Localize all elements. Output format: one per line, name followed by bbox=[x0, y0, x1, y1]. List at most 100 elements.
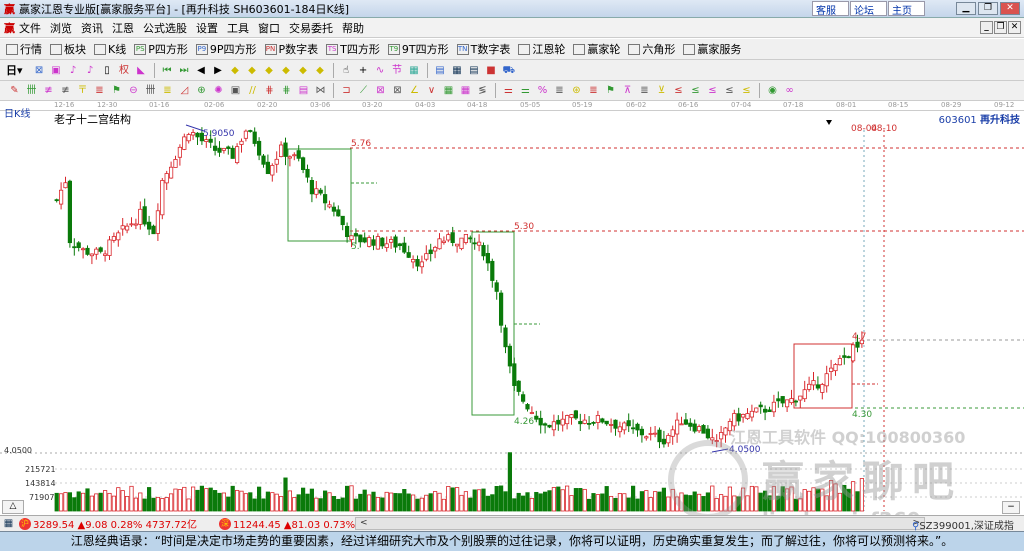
analysis-tool-0-icon[interactable]: ✎ bbox=[9, 85, 20, 96]
scroll-left-button[interactable]: < bbox=[360, 518, 368, 528]
analysis-tool-44-icon[interactable]: ≤ bbox=[741, 85, 752, 96]
kline-chart[interactable]: 5.90504.05005.765.305.4.264.304.708-0408… bbox=[0, 111, 1024, 515]
toolbar-hexagon[interactable]: 六角形 bbox=[628, 41, 675, 57]
analysis-tool-13-icon[interactable]: ▣ bbox=[230, 85, 241, 96]
analysis-tool-38-icon[interactable]: ≣ bbox=[639, 85, 650, 96]
analysis-tool-3-icon[interactable]: ≢ bbox=[60, 85, 71, 96]
menu-help[interactable]: 帮助 bbox=[342, 20, 364, 36]
close-button[interactable]: ✕ bbox=[1000, 2, 1020, 15]
analysis-tool-24-icon[interactable]: ∠ bbox=[409, 85, 420, 96]
up-icon[interactable]: ◆ bbox=[298, 65, 309, 76]
analysis-tool-21-icon[interactable]: ⟋ bbox=[358, 85, 369, 96]
toolbar-gann-wheel[interactable]: 江恩轮 bbox=[518, 41, 565, 57]
chart-type-icon[interactable]: ⊠ bbox=[34, 65, 45, 76]
mdi-restore-button[interactable]: ❐ bbox=[994, 21, 1007, 34]
analysis-tool-14-icon[interactable]: // bbox=[247, 85, 258, 96]
analysis-tool-2-icon[interactable]: ≢ bbox=[43, 85, 54, 96]
calendar2-icon[interactable]: ▤ bbox=[435, 65, 446, 76]
prev-icon[interactable]: ◀ bbox=[196, 65, 207, 76]
analysis-tool-37-icon[interactable]: ⊼ bbox=[622, 85, 633, 96]
analysis-tool-25-icon[interactable]: ∨ bbox=[426, 85, 437, 96]
save-icon[interactable]: ■ bbox=[486, 65, 497, 76]
shrink-icon[interactable]: ◆ bbox=[281, 65, 292, 76]
toolbar-9p-square[interactable]: P9 9P四方形 bbox=[195, 41, 257, 57]
menu-news[interactable]: 资讯 bbox=[81, 20, 103, 36]
minimize-button[interactable]: ▁ bbox=[956, 2, 976, 15]
analysis-tool-42-icon[interactable]: ≤ bbox=[707, 85, 718, 96]
collapse-button[interactable]: △ bbox=[2, 500, 24, 514]
analysis-tool-27-icon[interactable]: ▦ bbox=[460, 85, 471, 96]
analysis-tool-47-icon[interactable]: ∞ bbox=[784, 85, 795, 96]
indicator2-icon[interactable]: ♪ bbox=[85, 65, 96, 76]
analysis-tool-18-icon[interactable]: ⋈ bbox=[315, 85, 326, 96]
analysis-tool-36-icon[interactable]: ⚑ bbox=[605, 85, 616, 96]
menu-tools[interactable]: 工具 bbox=[227, 20, 249, 36]
crosshair-icon[interactable]: + bbox=[358, 65, 369, 76]
analysis-tool-35-icon[interactable]: ≣ bbox=[588, 85, 599, 96]
analysis-tool-28-icon[interactable]: ≶ bbox=[477, 85, 488, 96]
expand-icon[interactable]: ◆ bbox=[264, 65, 275, 76]
toolbar-winner-wheel[interactable]: 赢家轮 bbox=[573, 41, 620, 57]
menu-formula[interactable]: 公式选股 bbox=[143, 20, 187, 36]
toolbar-t-square[interactable]: TS T四方形 bbox=[326, 41, 380, 57]
zoom-out-icon[interactable]: ◆ bbox=[247, 65, 258, 76]
truck-icon[interactable]: ⛟ bbox=[503, 65, 516, 76]
zoom-out-button[interactable]: − bbox=[1002, 501, 1020, 514]
toolbar-quote-table[interactable]: 行情 bbox=[6, 41, 42, 57]
next-icon[interactable]: ▶ bbox=[213, 65, 224, 76]
first-icon[interactable]: ⏮ bbox=[162, 65, 173, 76]
analysis-tool-20-icon[interactable]: ⊐ bbox=[341, 85, 352, 96]
home-link[interactable]: 主页 bbox=[888, 1, 925, 17]
analysis-tool-23-icon[interactable]: ⊠ bbox=[392, 85, 403, 96]
analysis-tool-34-icon[interactable]: ⊛ bbox=[571, 85, 582, 96]
analysis-tool-26-icon[interactable]: ▦ bbox=[443, 85, 454, 96]
period-select[interactable]: 日 ▾ bbox=[6, 62, 23, 78]
toolbar-t-number[interactable]: TN T数字表 bbox=[456, 41, 510, 57]
wave-icon[interactable]: ∿ bbox=[375, 65, 386, 76]
analysis-tool-11-icon[interactable]: ⊕ bbox=[196, 85, 207, 96]
menu-file[interactable]: 文件 bbox=[19, 20, 41, 36]
analysis-tool-7-icon[interactable]: ⊖ bbox=[128, 85, 139, 96]
analysis-tool-15-icon[interactable]: ⋕ bbox=[264, 85, 275, 96]
sh-index[interactable]: 沪 3289.54 ▲9.08 0.28% 4737.72亿 bbox=[17, 516, 197, 531]
calculator-icon[interactable]: ▦ bbox=[452, 65, 463, 76]
analysis-tool-16-icon[interactable]: ⋕ bbox=[281, 85, 292, 96]
forum-link[interactable]: 论坛 bbox=[850, 1, 887, 17]
analysis-tool-43-icon[interactable]: ≤ bbox=[724, 85, 735, 96]
menu-trade[interactable]: 交易委托 bbox=[289, 20, 333, 36]
calendar-icon[interactable]: ▣ bbox=[51, 65, 62, 76]
analysis-tool-9-icon[interactable]: ≣ bbox=[162, 85, 173, 96]
menu-settings[interactable]: 设置 bbox=[196, 20, 218, 36]
indicator-icon[interactable]: ♪ bbox=[68, 65, 79, 76]
analysis-tool-46-icon[interactable]: ◉ bbox=[767, 85, 778, 96]
analysis-tool-22-icon[interactable]: ⊠ bbox=[375, 85, 386, 96]
mdi-minimize-button[interactable]: _ bbox=[980, 21, 993, 34]
toolbar-p-square[interactable]: PS P四方形 bbox=[134, 41, 188, 57]
toolbar-9t-square[interactable]: T9 9T四方形 bbox=[387, 41, 449, 57]
analysis-tool-33-icon[interactable]: ≣ bbox=[554, 85, 565, 96]
analysis-tool-39-icon[interactable]: ⊻ bbox=[656, 85, 667, 96]
mdi-close-button[interactable]: ✕ bbox=[1008, 21, 1021, 34]
analysis-tool-41-icon[interactable]: ≤ bbox=[690, 85, 701, 96]
analysis-tool-12-icon[interactable]: ✺ bbox=[213, 85, 224, 96]
menu-gann[interactable]: 江恩 bbox=[112, 20, 134, 36]
analysis-tool-40-icon[interactable]: ≤ bbox=[673, 85, 684, 96]
hand-icon[interactable]: ☝ bbox=[341, 65, 352, 76]
analysis-tool-4-icon[interactable]: 〒 bbox=[77, 85, 88, 96]
index-selector[interactable]: ⚲SZ399001,深证成指 bbox=[912, 517, 1014, 532]
bar-icon[interactable]: ▯ bbox=[102, 65, 113, 76]
analysis-tool-30-icon[interactable]: ⚌ bbox=[503, 85, 514, 96]
toolbar-kline[interactable]: K线 bbox=[94, 41, 126, 57]
flag-icon[interactable]: ◣ bbox=[136, 65, 147, 76]
last-icon[interactable]: ⏭ bbox=[179, 65, 190, 76]
analysis-tool-17-icon[interactable]: ▤ bbox=[298, 85, 309, 96]
analysis-tool-8-icon[interactable]: 卌 bbox=[145, 85, 156, 96]
toolbar-sector[interactable]: 板块 bbox=[50, 41, 86, 57]
blocks-icon[interactable]: ▦ bbox=[409, 65, 420, 76]
restore-button[interactable]: ❐ bbox=[978, 2, 998, 15]
ticker-scrollbar[interactable]: < > bbox=[355, 517, 925, 530]
analysis-tool-31-icon[interactable]: ⚌ bbox=[520, 85, 531, 96]
menu-window[interactable]: 窗口 bbox=[258, 20, 280, 36]
analysis-tool-32-icon[interactable]: % bbox=[537, 85, 548, 96]
service-link[interactable]: 客服 bbox=[812, 1, 849, 17]
